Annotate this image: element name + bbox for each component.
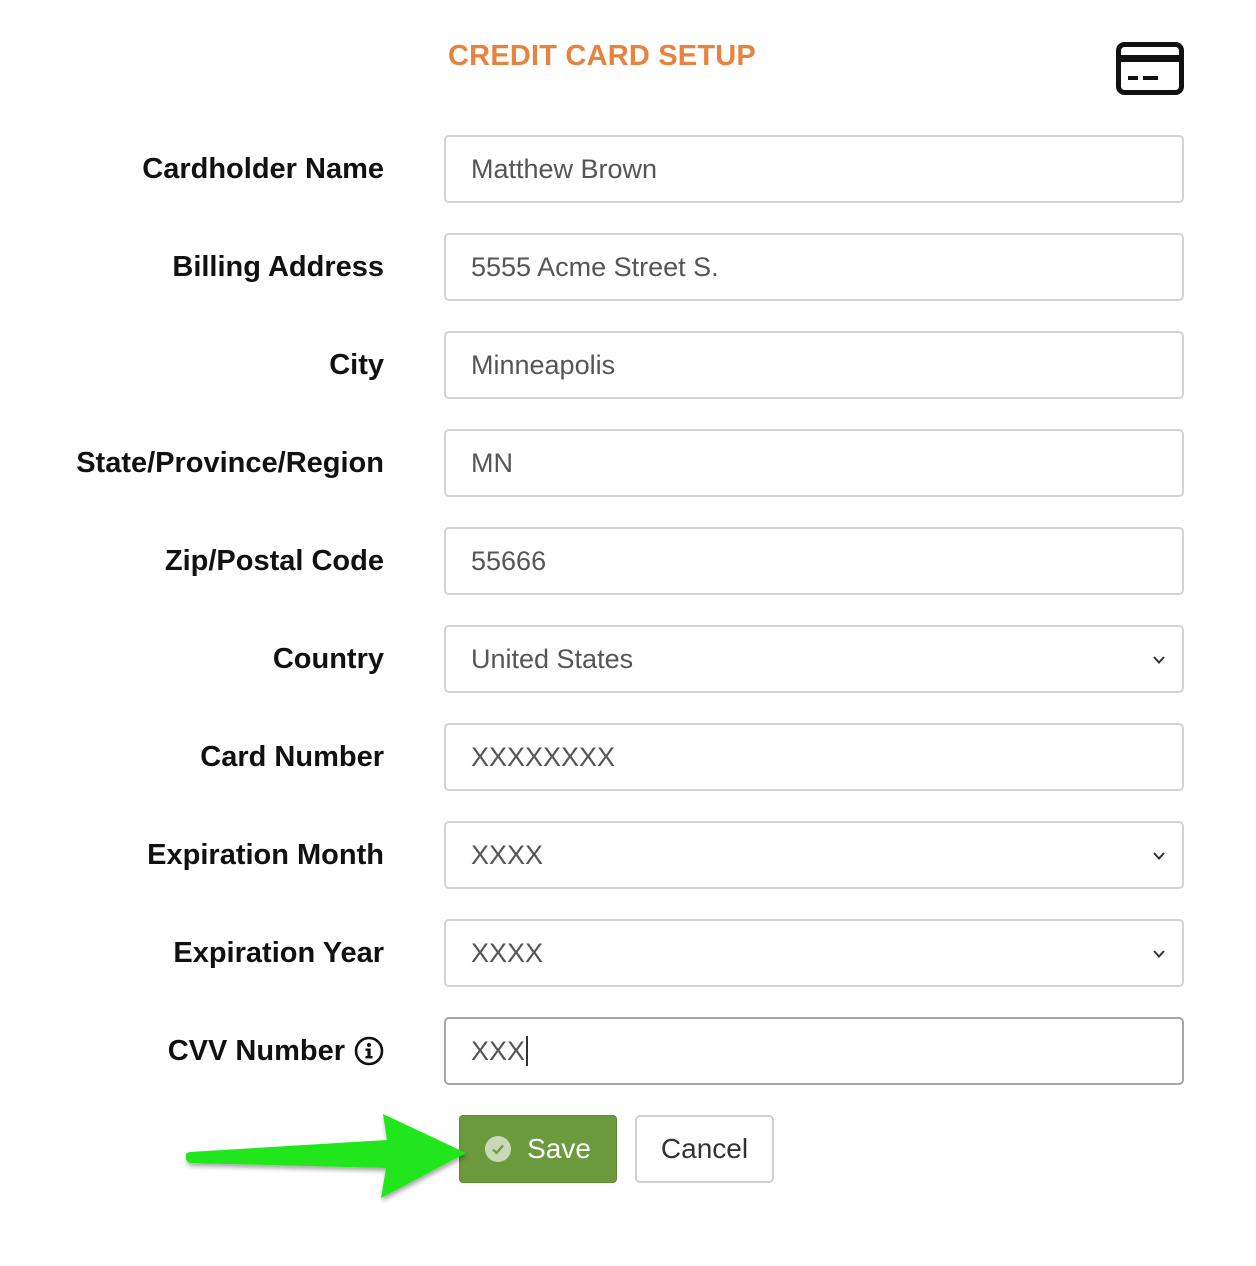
billing-address-value: 5555 Acme Street S.: [471, 252, 719, 282]
card-number-label: Card Number: [200, 741, 384, 773]
zip-row: Zip/Postal Code 55666: [0, 527, 1256, 595]
state-label: State/Province/Region: [76, 447, 384, 479]
exp-year-row: Expiration Year XXXX: [0, 919, 1256, 987]
page-title: CREDIT CARD SETUP: [448, 40, 756, 72]
cvv-row: CVV Number XXX: [0, 1017, 1256, 1085]
zip-value: 55666: [471, 546, 547, 576]
exp-month-value: XXXX: [471, 840, 544, 870]
cvv-value: XXX: [471, 1036, 526, 1066]
exp-month-select[interactable]: XXXX: [444, 821, 1184, 889]
save-button-label: Save: [527, 1133, 591, 1164]
cancel-button[interactable]: Cancel: [635, 1115, 774, 1183]
exp-year-value: XXXX: [471, 938, 544, 968]
country-row: Country United States: [0, 625, 1256, 693]
zip-label: Zip/Postal Code: [164, 545, 384, 577]
card-number-value: XXXXXXXX: [471, 742, 616, 772]
exp-month-label: Expiration Month: [147, 839, 384, 871]
cardholder-name-value: Matthew Brown: [471, 154, 658, 184]
country-label: Country: [272, 643, 384, 675]
cardholder-name-input[interactable]: Matthew Brown: [444, 135, 1184, 203]
billing-address-label: Billing Address: [172, 251, 384, 283]
cvv-label-text: CVV Number: [167, 1035, 345, 1067]
country-value: United States: [471, 644, 634, 674]
country-select[interactable]: United States: [444, 625, 1184, 693]
cancel-button-label: Cancel: [660, 1133, 749, 1164]
exp-year-select[interactable]: XXXX: [444, 919, 1184, 987]
card-number-input[interactable]: XXXXXXXX: [444, 723, 1184, 791]
city-row: City Minneapolis: [0, 331, 1256, 399]
billing-address-row: Billing Address 5555 Acme Street S.: [0, 233, 1256, 301]
city-input[interactable]: Minneapolis: [444, 331, 1184, 399]
cvv-label: CVV Number: [168, 1017, 384, 1085]
arrow-right-icon: [185, 1114, 467, 1198]
city-value: Minneapolis: [471, 350, 616, 380]
city-label: City: [329, 349, 384, 381]
zip-input[interactable]: 55666: [444, 527, 1184, 595]
cardholder-name-label: Cardholder Name: [142, 153, 384, 185]
card-number-row: Card Number XXXXXXXX: [0, 723, 1256, 791]
exp-month-row: Expiration Month XXXX: [0, 821, 1256, 889]
credit-card-icon: [1116, 42, 1184, 95]
chevron-down-icon: [1153, 852, 1165, 860]
exp-year-label: Expiration Year: [173, 937, 384, 969]
check-circle-icon: [485, 1136, 512, 1162]
chevron-down-icon: [1153, 950, 1165, 958]
state-row: State/Province/Region MN: [0, 429, 1256, 497]
info-icon[interactable]: [354, 1036, 384, 1066]
cvv-input[interactable]: XXX: [444, 1017, 1184, 1085]
chevron-down-icon: [1153, 656, 1165, 664]
state-value: MN: [471, 448, 513, 478]
billing-address-input[interactable]: 5555 Acme Street S.: [444, 233, 1184, 301]
cardholder-name-row: Cardholder Name Matthew Brown: [0, 135, 1256, 203]
save-button[interactable]: Save: [459, 1115, 617, 1183]
state-input[interactable]: MN: [444, 429, 1184, 497]
text-cursor: [526, 1035, 529, 1066]
